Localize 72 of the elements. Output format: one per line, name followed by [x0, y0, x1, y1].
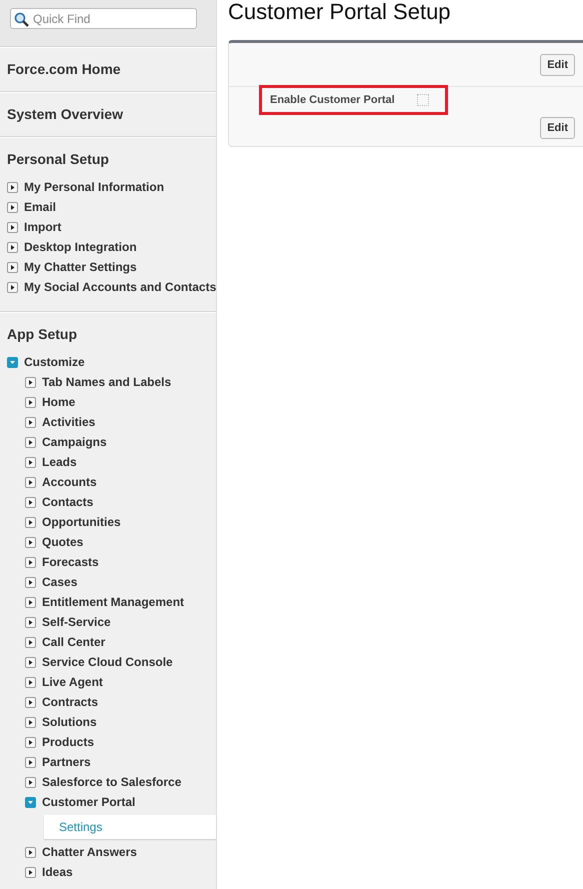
expand-icon[interactable]	[25, 716, 36, 728]
tree-item[interactable]: Live Agent	[42, 675, 103, 689]
expand-icon[interactable]	[25, 776, 36, 788]
expand-icon[interactable]	[7, 262, 18, 272]
tree-item[interactable]: Quotes	[42, 535, 84, 549]
expand-icon[interactable]	[25, 436, 36, 448]
expand-icon[interactable]	[25, 536, 36, 548]
expand-icon[interactable]	[25, 396, 36, 408]
tree-item[interactable]: Customer Portal	[42, 795, 136, 809]
expand-icon[interactable]	[25, 416, 36, 428]
tree-item[interactable]: Email	[24, 200, 56, 214]
page-title: Customer Portal Setup	[228, 0, 452, 26]
tree-item[interactable]: Accounts	[42, 475, 97, 489]
tree-item[interactable]: Activities	[42, 415, 96, 429]
field-label: Enable Customer Portal	[270, 94, 395, 106]
tree-item[interactable]: Import	[24, 220, 62, 234]
section-heading: App Setup	[6, 325, 78, 344]
tree-item[interactable]: Home	[42, 395, 76, 409]
tree-item[interactable]: Self-Service	[42, 615, 111, 629]
edit-button[interactable]: Edit	[540, 54, 575, 76]
tree-item[interactable]: Forecasts	[42, 555, 99, 569]
expand-icon[interactable]	[25, 456, 36, 468]
tree-item[interactable]: Customize	[24, 355, 85, 369]
tree-item[interactable]: Contacts	[42, 495, 94, 509]
tree-item[interactable]: Cases	[42, 575, 78, 589]
expand-icon[interactable]	[7, 202, 18, 212]
expand-icon[interactable]	[7, 282, 18, 292]
expand-icon[interactable]	[25, 556, 36, 568]
checkbox[interactable]	[416, 94, 429, 106]
tree-item[interactable]: Leads	[42, 455, 77, 469]
tree-item[interactable]: My Social Accounts and Contacts	[24, 280, 216, 294]
search-field[interactable]: Quick Find	[10, 8, 197, 29]
expand-icon[interactable]	[25, 476, 36, 488]
expand-icon[interactable]	[25, 616, 36, 628]
tree-item[interactable]: Tab Names and Labels	[42, 375, 172, 389]
tree-item[interactable]: Contracts	[42, 695, 98, 709]
expand-icon[interactable]	[25, 576, 36, 588]
collapse-icon[interactable]	[7, 356, 18, 368]
tree-item[interactable]: Desktop Integration	[24, 240, 137, 254]
tree-item[interactable]: Solutions	[42, 715, 97, 729]
expand-icon[interactable]	[25, 866, 36, 878]
expand-icon[interactable]	[25, 496, 36, 508]
tree-item[interactable]: Chatter Answers	[42, 845, 137, 859]
expand-icon[interactable]	[25, 376, 36, 388]
collapse-icon[interactable]	[25, 796, 36, 808]
expand-icon[interactable]	[25, 846, 36, 858]
tree-item[interactable]: My Personal Information	[24, 180, 164, 194]
expand-icon[interactable]	[25, 696, 36, 708]
tree-item[interactable]: Products	[42, 735, 94, 749]
tree-item[interactable]: Entitlement Management	[42, 595, 184, 609]
section-heading: Personal Setup	[6, 150, 110, 169]
tree-item[interactable]: Call Center	[42, 635, 106, 649]
expand-icon[interactable]	[25, 636, 36, 648]
edit-button[interactable]: Edit	[540, 117, 575, 139]
tree-item[interactable]: Salesforce to Salesforce	[42, 775, 182, 789]
expand-icon[interactable]	[7, 182, 18, 192]
expand-icon[interactable]	[25, 736, 36, 748]
tree-item[interactable]: Opportunities	[42, 515, 121, 529]
expand-icon[interactable]	[25, 756, 36, 768]
tree-item[interactable]: Partners	[42, 755, 91, 769]
expand-icon[interactable]	[25, 676, 36, 688]
tree-item[interactable]: Ideas	[42, 865, 73, 879]
expand-icon[interactable]	[25, 656, 36, 668]
section-heading[interactable]: System Overview	[0, 105, 216, 124]
expand-icon[interactable]	[25, 596, 36, 608]
expand-icon[interactable]	[25, 516, 36, 528]
expand-icon[interactable]	[7, 242, 18, 252]
tree-item[interactable]: Service Cloud Console	[42, 655, 173, 669]
section-heading[interactable]: Force.com Home	[0, 60, 216, 79]
tree-item[interactable]: Campaigns	[42, 435, 107, 449]
expand-icon[interactable]	[7, 222, 18, 232]
tree-item[interactable]: My Chatter Settings	[24, 260, 137, 274]
